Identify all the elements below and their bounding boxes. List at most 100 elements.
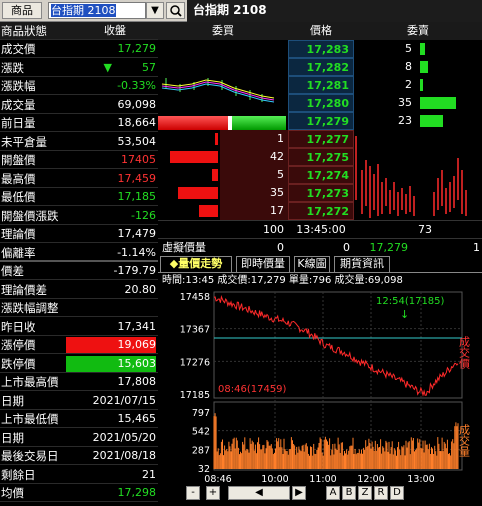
quote-value: 17,479 bbox=[117, 227, 157, 240]
quote-label: 理論價差 bbox=[1, 282, 47, 297]
b-button[interactable]: B bbox=[342, 486, 356, 500]
quote-value: 17,298 bbox=[117, 486, 157, 499]
ask-volume-bar bbox=[420, 115, 444, 127]
quote-row: 成交價 17,279 bbox=[0, 40, 158, 58]
time-tick-label: 10:00 bbox=[261, 474, 288, 485]
search-button[interactable] bbox=[166, 2, 185, 19]
ask-header: 委賣 bbox=[354, 22, 482, 40]
annotation-low: 12:54(17185) bbox=[376, 296, 445, 307]
quote-row: 日期 2021/07/15 bbox=[0, 392, 158, 410]
quote-label: 價差 bbox=[1, 264, 24, 278]
product-button[interactable]: 商品 bbox=[2, 2, 42, 19]
a-button[interactable]: A bbox=[326, 486, 340, 500]
time-tick-label: 11:00 bbox=[309, 474, 336, 485]
quote-label: 剩餘日 bbox=[1, 467, 36, 482]
down-arrow-icon: ▼ bbox=[103, 60, 112, 74]
bid-volume-bar bbox=[178, 187, 218, 199]
quote-value: 69,098 bbox=[117, 97, 157, 111]
total-ask-qty: 73 bbox=[418, 223, 432, 236]
ask-qty: 35 bbox=[398, 96, 412, 109]
zoom-in-button[interactable]: + bbox=[206, 486, 220, 500]
quote-row: 均價 17,298 bbox=[0, 484, 158, 502]
simulated-price: 17,279 bbox=[369, 241, 409, 254]
mini-tick-chart bbox=[161, 78, 275, 103]
price-axis-right-label: 成交價 bbox=[458, 336, 471, 370]
quote-label: 漲跌 bbox=[1, 60, 24, 75]
ask-volume-bar bbox=[420, 97, 456, 109]
ask-price[interactable]: 17,280 bbox=[288, 94, 354, 112]
bid-price[interactable]: 17,274 bbox=[288, 166, 354, 184]
symbol-input[interactable]: 台指期 2108 bbox=[48, 2, 146, 19]
tab-realtime-price-volume[interactable]: 即時價量 bbox=[236, 256, 290, 272]
simulated-qty: 1 bbox=[473, 241, 480, 254]
price-tick-label: 17458 bbox=[180, 292, 210, 303]
tab-futures-info[interactable]: 期貨資訊 bbox=[334, 256, 390, 272]
ask-qty: 5 bbox=[405, 42, 412, 55]
bid-volume-bar bbox=[212, 169, 218, 181]
r-button[interactable]: R bbox=[374, 486, 388, 500]
quote-row: 日期 2021/05/20 bbox=[0, 429, 158, 447]
tab-price-volume-trend[interactable]: ◆量價走勢 bbox=[160, 256, 232, 272]
scroll-right-button[interactable]: ▶ bbox=[292, 486, 306, 500]
quote-label: 理論價 bbox=[1, 227, 36, 241]
quote-row: 漲跌幅調整 bbox=[0, 299, 158, 317]
tick-volume-chart bbox=[355, 136, 467, 218]
search-icon bbox=[170, 5, 182, 17]
ask-price[interactable]: 17,283 bbox=[288, 40, 354, 58]
annotation-low-arrow: ↓ bbox=[400, 308, 409, 321]
zoom-out-button[interactable]: - bbox=[186, 486, 200, 500]
quote-row: 理論價差 20.80 bbox=[0, 281, 158, 299]
chart-info-line: 時間:13:45 成交價:17,279 單量:796 成交量:69,098 bbox=[162, 275, 403, 286]
quote-row: 價差 -179.79 bbox=[0, 262, 158, 280]
quote-row: 成交量 69,098 bbox=[0, 96, 158, 114]
quote-row: 開盤價 17405 bbox=[0, 151, 158, 169]
bid-volume-bar bbox=[199, 205, 218, 217]
bid-price[interactable]: 17,273 bbox=[288, 184, 354, 202]
quote-row: 漲跌幅 -0.33% bbox=[0, 77, 158, 95]
price-volume-chart: 12:54(17185) ↓ 08:46(17459) 成交價 成交量 1745… bbox=[180, 291, 471, 485]
quote-row: 最高價 17,459 bbox=[0, 170, 158, 188]
quote-label: 日期 bbox=[1, 430, 24, 445]
quote-value: 2021/05/20 bbox=[92, 430, 156, 444]
quote-value: 21 bbox=[142, 467, 156, 481]
quote-label: 偏離率 bbox=[1, 245, 36, 260]
time-tick-label: 08:46 bbox=[204, 474, 231, 485]
total-bid-qty: 100 bbox=[263, 223, 284, 236]
scroll-left-button[interactable]: ◀ bbox=[228, 486, 290, 500]
orderbook-time: 13:45:00 bbox=[296, 223, 346, 236]
quote-label: 成交價 bbox=[1, 42, 36, 56]
volume-tick-label: 287 bbox=[192, 445, 210, 456]
bid-qty: 1 bbox=[277, 132, 284, 145]
quote-value: 20.80 bbox=[124, 282, 157, 296]
quote-label: 最後交易日 bbox=[1, 449, 59, 463]
d-button[interactable]: D bbox=[390, 486, 404, 500]
price-tick-label: 17367 bbox=[180, 325, 210, 336]
ask-price[interactable]: 17,279 bbox=[288, 112, 354, 130]
quote-value: 2021/07/15 bbox=[92, 393, 156, 407]
quote-row: 漲跌 57 ▼ bbox=[0, 59, 158, 77]
quote-value: 17405 bbox=[121, 153, 156, 166]
symbol-dropdown-button[interactable]: ▼ bbox=[146, 2, 164, 19]
quote-header-label: 商品狀態 bbox=[1, 24, 47, 38]
bid-price[interactable]: 17,272 bbox=[288, 202, 354, 220]
quote-label: 成交量 bbox=[1, 97, 36, 112]
quote-value: 53,504 bbox=[117, 134, 157, 148]
volume-tick-label: 542 bbox=[192, 427, 210, 438]
quote-panel-lower: 價差 -179.79 理論價差 20.80 漲跌幅調整 昨日收 17,341 漲停價 19,06… bbox=[0, 260, 158, 506]
quote-label: 開盤價 bbox=[1, 153, 36, 167]
bid-ask-ratio-bar bbox=[158, 116, 286, 130]
ask-volume-bar bbox=[420, 79, 423, 91]
quote-label: 上市最低價 bbox=[1, 412, 59, 426]
ask-price[interactable]: 17,282 bbox=[288, 58, 354, 76]
bid-qty: 17 bbox=[270, 204, 284, 217]
ask-price[interactable]: 17,281 bbox=[288, 76, 354, 94]
quote-value: 17,279 bbox=[117, 42, 157, 55]
quote-row: 最後交易日 2021/08/18 bbox=[0, 447, 158, 465]
window-title: 台指期 2108 bbox=[187, 0, 482, 22]
tab-kline[interactable]: K線圖 bbox=[294, 256, 330, 272]
quote-row: 偏離率 -1.14% bbox=[0, 244, 158, 262]
z-button[interactable]: Z bbox=[358, 486, 372, 500]
quote-value: 17,459 bbox=[117, 171, 157, 185]
bid-price[interactable]: 17,275 bbox=[288, 148, 354, 166]
bid-price[interactable]: 17,277 bbox=[288, 130, 354, 148]
